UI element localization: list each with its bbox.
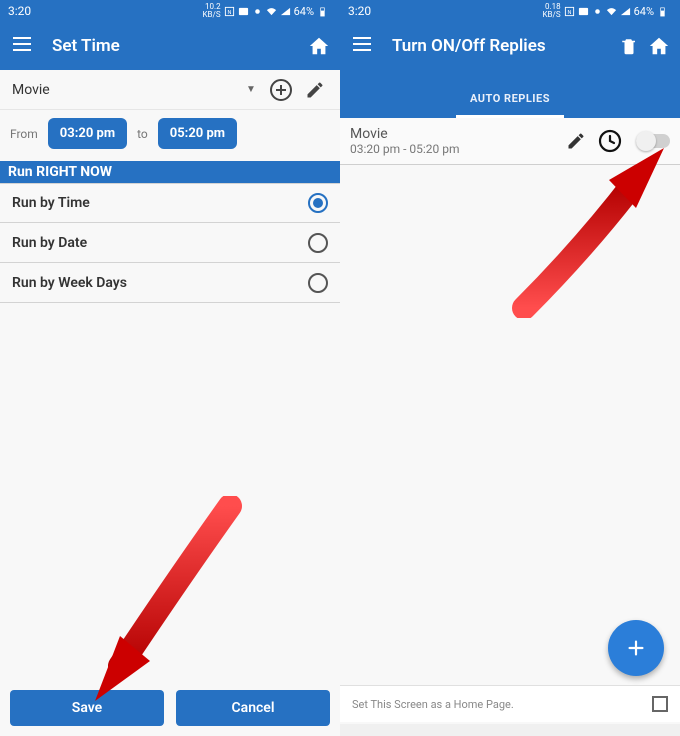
- battery-pct: 64%: [294, 5, 314, 18]
- screen-set-time: 3:20 10.2KB/S N 64% Set Time Movie ▼: [0, 0, 340, 736]
- from-time-chip[interactable]: 03:20 pm: [48, 118, 127, 149]
- add-button[interactable]: [264, 73, 298, 107]
- nfc-icon: N: [224, 6, 235, 17]
- save-button[interactable]: Save: [10, 690, 164, 726]
- time-range-row: From 03:20 pm to 05:20 pm: [0, 110, 340, 161]
- home-icon[interactable]: [304, 31, 334, 61]
- cancel-button[interactable]: Cancel: [176, 690, 330, 726]
- annotation-arrow: [80, 496, 250, 706]
- reply-item[interactable]: Movie 03:20 pm - 05:20 pm: [340, 118, 680, 165]
- dropdown-label: Movie: [12, 82, 246, 98]
- android-icon: [252, 6, 263, 17]
- home-page-row[interactable]: Set This Screen as a Home Page.: [340, 685, 680, 722]
- svg-text:N: N: [227, 9, 231, 15]
- battery-pct: 64%: [634, 5, 654, 18]
- status-bar: 3:20 10.2KB/S N 64%: [0, 0, 340, 22]
- battery-icon: [657, 6, 668, 17]
- profile-dropdown[interactable]: Movie ▼: [0, 70, 340, 110]
- home-icon[interactable]: [644, 31, 674, 61]
- page-title: Turn ON/Off Replies: [392, 36, 614, 56]
- signal-icon: [280, 6, 291, 17]
- radio-icon[interactable]: [308, 273, 328, 293]
- signal-icon: [620, 6, 631, 17]
- edit-button[interactable]: [298, 73, 332, 107]
- volte-icon: [238, 6, 249, 17]
- app-bar: Set Time: [0, 22, 340, 70]
- delete-icon[interactable]: [614, 31, 644, 61]
- to-time-chip[interactable]: 05:20 pm: [158, 118, 237, 149]
- tab-bar: AUTO REPLIES: [340, 70, 680, 118]
- status-bar: 3:20 0.18KB/S N 64%: [340, 0, 680, 22]
- option-run-by-weekdays[interactable]: Run by Week Days: [0, 263, 340, 303]
- menu-icon[interactable]: [10, 36, 34, 56]
- option-run-by-date[interactable]: Run by Date: [0, 223, 340, 263]
- volte-icon: [578, 6, 589, 17]
- battery-icon: [317, 6, 328, 17]
- svg-text:N: N: [567, 9, 571, 15]
- status-time: 3:20: [348, 4, 371, 18]
- bottom-button-row: Save Cancel: [10, 690, 330, 726]
- clock-icon[interactable]: [596, 127, 624, 155]
- android-icon: [592, 6, 603, 17]
- home-page-label: Set This Screen as a Home Page.: [352, 698, 652, 711]
- radio-icon[interactable]: [308, 193, 328, 213]
- option-label: Run by Week Days: [12, 275, 308, 291]
- status-time: 3:20: [8, 4, 31, 18]
- wifi-icon: [606, 6, 617, 17]
- screen-on-off-replies: 3:20 0.18KB/S N 64% Turn ON/Off Replies …: [340, 0, 680, 736]
- option-label: Run by Date: [12, 235, 308, 251]
- annotation-arrow: [504, 138, 674, 318]
- reply-time: 03:20 pm - 05:20 pm: [350, 142, 556, 156]
- from-label: From: [10, 127, 38, 141]
- radio-icon[interactable]: [308, 233, 328, 253]
- caret-down-icon: ▼: [246, 84, 264, 95]
- reply-title: Movie: [350, 126, 556, 142]
- menu-icon[interactable]: [350, 36, 374, 56]
- page-title: Set Time: [52, 36, 304, 56]
- app-bar: Turn ON/Off Replies: [340, 22, 680, 70]
- bottom-strip: [340, 724, 680, 736]
- option-run-by-time[interactable]: Run by Time: [0, 183, 340, 223]
- pencil-icon[interactable]: [562, 127, 590, 155]
- wifi-icon: [266, 6, 277, 17]
- nfc-icon: N: [564, 6, 575, 17]
- tab-auto-replies[interactable]: AUTO REPLIES: [456, 92, 564, 118]
- enable-toggle[interactable]: [636, 134, 670, 148]
- home-page-checkbox[interactable]: [652, 696, 668, 712]
- to-label: to: [137, 127, 148, 141]
- run-now-banner[interactable]: Run RIGHT NOW: [0, 161, 340, 183]
- option-label: Run by Time: [12, 195, 308, 211]
- fab-add[interactable]: [608, 620, 664, 676]
